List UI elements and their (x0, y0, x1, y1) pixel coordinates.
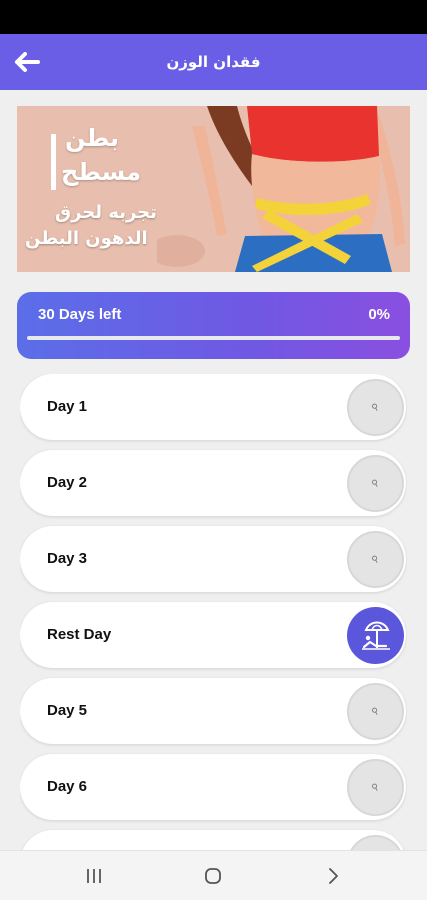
page-title: فقدان الوزن (166, 53, 261, 71)
day-item[interactable]: Day 6 ⚲ (20, 754, 406, 820)
day-item[interactable]: Day 3 ⚲ (20, 526, 406, 592)
day-item[interactable]: ⚲ (20, 830, 406, 850)
day-label: Day 3 (47, 550, 88, 567)
app-bar: فقدان الوزن (0, 34, 427, 90)
day-item[interactable]: Day 5 ⚲ (20, 678, 406, 744)
day-label: Day 5 (47, 702, 88, 719)
day-label: Day 6 (47, 778, 88, 795)
dumbbell-icon: ⚲ (347, 759, 404, 816)
banner-title-line1: بطن (65, 124, 119, 152)
progress-card: 30 Days left 0% (17, 292, 410, 359)
banner-subtitle-line2: الدهون البطن (25, 228, 148, 249)
day-label: Day 1 (47, 398, 88, 415)
dumbbell-icon: ⚲ (347, 455, 404, 512)
days-left-label: 30 Days left (38, 306, 122, 323)
arrow-left-icon (15, 52, 40, 72)
day-label: Day 2 (47, 474, 88, 491)
nav-back-button[interactable] (318, 863, 348, 889)
rest-day-item[interactable]: Rest Day (20, 602, 406, 668)
banner-accent-bar (51, 134, 56, 190)
day-item[interactable]: Day 2 ⚲ (20, 450, 406, 516)
dumbbell-icon: ⚲ (347, 531, 404, 588)
promo-banner[interactable]: بطن مسطح تجربه لحرق الدهون البطن (17, 106, 410, 272)
beach-umbrella-icon (347, 607, 404, 664)
system-nav-bar (0, 850, 427, 900)
dumbbell-icon: ⚲ (347, 683, 404, 740)
recents-button[interactable] (79, 863, 109, 889)
recents-icon (87, 869, 101, 883)
banner-title-line2: مسطح (61, 158, 141, 186)
day-list: Day 1 ⚲ Day 2 ⚲ Day 3 ⚲ Rest Day Day 5 ⚲… (20, 374, 407, 850)
progress-percent: 0% (368, 306, 390, 323)
dumbbell-icon: ⚲ (347, 835, 404, 850)
progress-track (27, 336, 400, 340)
home-button[interactable] (198, 863, 228, 889)
status-bar (0, 0, 427, 34)
back-chevron-icon (329, 868, 338, 884)
waist-measuring-illustration (157, 106, 405, 272)
day-item[interactable]: Day 1 ⚲ (20, 374, 406, 440)
day-label: Rest Day (47, 626, 112, 643)
back-button[interactable] (12, 48, 42, 76)
banner-subtitle-line1: تجربه لحرق (55, 202, 157, 223)
home-icon (205, 868, 221, 884)
dumbbell-icon: ⚲ (347, 379, 404, 436)
